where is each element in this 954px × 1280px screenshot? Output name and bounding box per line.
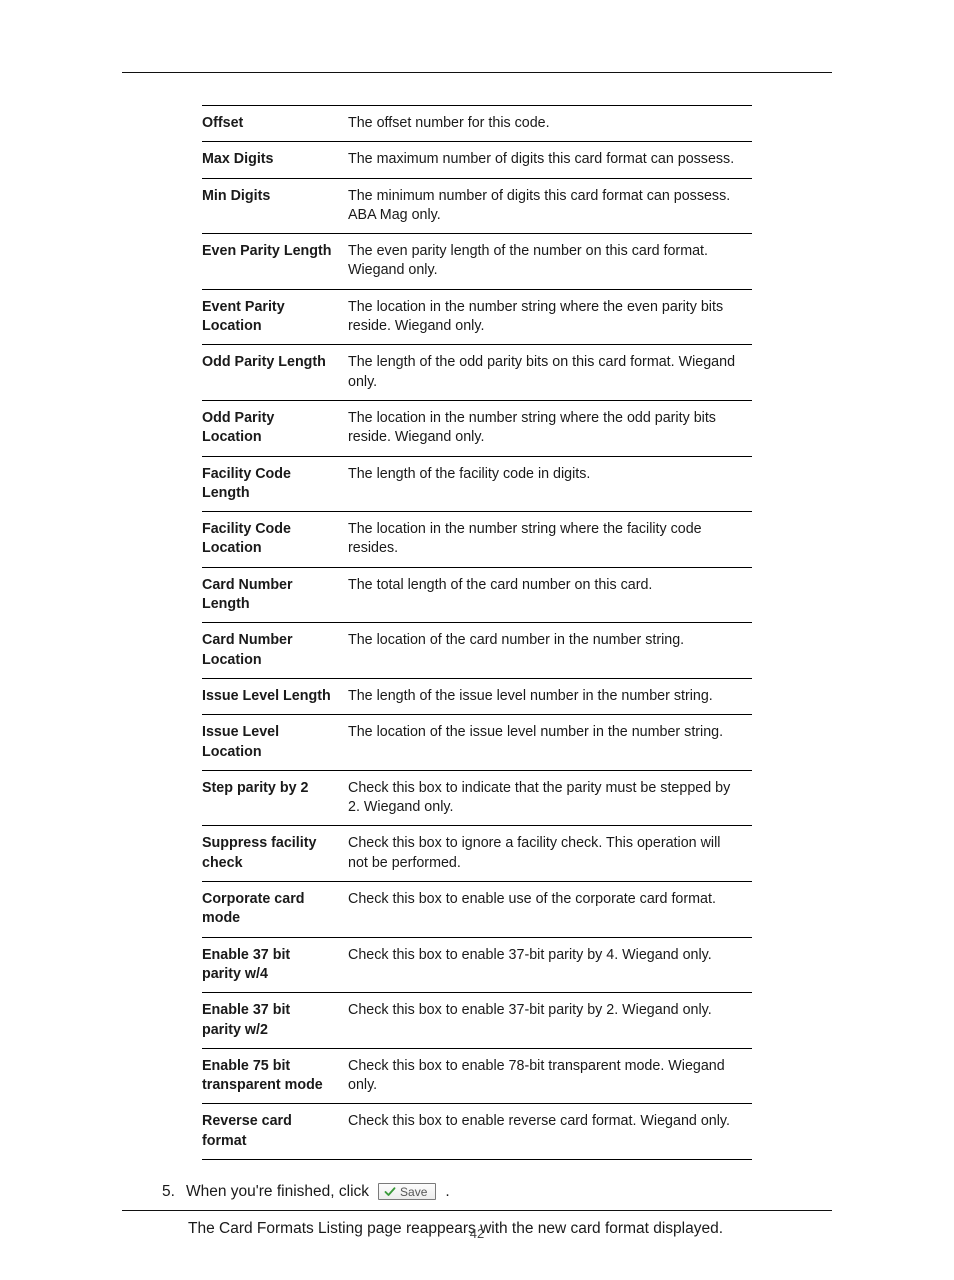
table-row: Enable 75 bit transparent modeCheck this… <box>202 1048 752 1104</box>
table-row: Facility Code LengthThe length of the fa… <box>202 456 752 512</box>
check-icon <box>384 1186 396 1198</box>
definition-cell: Check this box to enable 37-bit parity b… <box>340 937 752 993</box>
definition-cell: The length of the facility code in digit… <box>340 456 752 512</box>
term-cell: Min Digits <box>202 178 340 234</box>
table-row: Issue Level LengthThe length of the issu… <box>202 678 752 714</box>
term-cell: Enable 75 bit transparent mode <box>202 1048 340 1104</box>
table-row: Step parity by 2Check this box to indica… <box>202 770 752 826</box>
definition-cell: Check this box to enable 37-bit parity b… <box>340 993 752 1049</box>
term-cell: Corporate card mode <box>202 882 340 938</box>
save-button-label: Save <box>400 1186 427 1198</box>
definition-cell: The length of the odd parity bits on thi… <box>340 345 752 401</box>
term-cell: Max Digits <box>202 142 340 178</box>
term-cell: Issue Level Location <box>202 715 340 771</box>
definition-cell: The location in the number string where … <box>340 400 752 456</box>
definition-cell: Check this box to ignore a facility chec… <box>340 826 752 882</box>
definition-cell: The even parity length of the number on … <box>340 234 752 290</box>
page-number: 42 <box>0 1225 954 1243</box>
term-cell: Suppress facility check <box>202 826 340 882</box>
step-text-after: . <box>445 1180 449 1203</box>
definition-cell: The minimum number of digits this card f… <box>340 178 752 234</box>
term-cell: Enable 37 bit parity w/4 <box>202 937 340 993</box>
definition-cell: The location of the card number in the n… <box>340 623 752 679</box>
term-cell: Enable 37 bit parity w/2 <box>202 993 340 1049</box>
table-row: Max DigitsThe maximum number of digits t… <box>202 142 752 178</box>
term-cell: Card Number Length <box>202 567 340 623</box>
top-rule <box>122 72 832 73</box>
definition-cell: Check this box to indicate that the pari… <box>340 770 752 826</box>
definition-cell: Check this box to enable use of the corp… <box>340 882 752 938</box>
definition-cell: Check this box to enable 78-bit transpar… <box>340 1048 752 1104</box>
table-row: OffsetThe offset number for this code. <box>202 106 752 142</box>
table-row: Reverse card formatCheck this box to ena… <box>202 1104 752 1160</box>
term-cell: Odd Parity Location <box>202 400 340 456</box>
table-row: Suppress facility checkCheck this box to… <box>202 826 752 882</box>
definition-cell: The maximum number of digits this card f… <box>340 142 752 178</box>
step-text-before: When you're finished, click <box>186 1180 369 1203</box>
table-row: Card Number LengthThe total length of th… <box>202 567 752 623</box>
term-cell: Odd Parity Length <box>202 345 340 401</box>
definition-cell: The total length of the card number on t… <box>340 567 752 623</box>
table-row: Min DigitsThe minimum number of digits t… <box>202 178 752 234</box>
term-cell: Offset <box>202 106 340 142</box>
bottom-rule <box>122 1210 832 1211</box>
term-cell: Event Parity Location <box>202 289 340 345</box>
term-cell: Step parity by 2 <box>202 770 340 826</box>
term-cell: Issue Level Length <box>202 678 340 714</box>
table-row: Issue Level LocationThe location of the … <box>202 715 752 771</box>
table-row: Corporate card modeCheck this box to ena… <box>202 882 752 938</box>
term-cell: Card Number Location <box>202 623 340 679</box>
table-row: Odd Parity LocationThe location in the n… <box>202 400 752 456</box>
step-5: 5. When you're finished, click Save . <box>162 1180 832 1203</box>
table-row: Odd Parity LengthThe length of the odd p… <box>202 345 752 401</box>
definition-cell: The location in the number string where … <box>340 512 752 568</box>
term-cell: Facility Code Location <box>202 512 340 568</box>
definition-cell: Check this box to enable reverse card fo… <box>340 1104 752 1160</box>
term-cell: Reverse card format <box>202 1104 340 1160</box>
table-row: Enable 37 bit parity w/2Check this box t… <box>202 993 752 1049</box>
step-number: 5. <box>162 1180 180 1203</box>
table-row: Card Number LocationThe location of the … <box>202 623 752 679</box>
definition-cell: The location in the number string where … <box>340 289 752 345</box>
table-row: Event Parity LocationThe location in the… <box>202 289 752 345</box>
save-button[interactable]: Save <box>378 1183 436 1200</box>
table-row: Facility Code LocationThe location in th… <box>202 512 752 568</box>
term-cell: Even Parity Length <box>202 234 340 290</box>
table-row: Even Parity LengthThe even parity length… <box>202 234 752 290</box>
definition-cell: The location of the issue level number i… <box>340 715 752 771</box>
definition-cell: The length of the issue level number in … <box>340 678 752 714</box>
definition-cell: The offset number for this code. <box>340 106 752 142</box>
definitions-table: OffsetThe offset number for this code.Ma… <box>202 105 752 1160</box>
table-row: Enable 37 bit parity w/4Check this box t… <box>202 937 752 993</box>
term-cell: Facility Code Length <box>202 456 340 512</box>
